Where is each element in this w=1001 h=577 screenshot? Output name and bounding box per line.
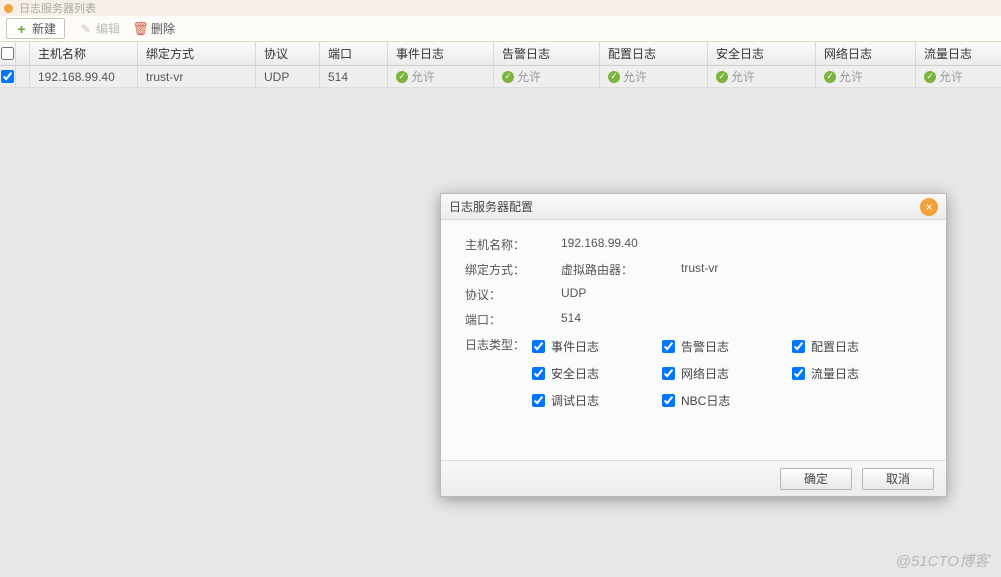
row-index-cell xyxy=(16,66,30,87)
logtype-label: 配置日志 xyxy=(811,338,859,355)
delete-button[interactable]: 🗑 删除 xyxy=(134,20,175,37)
logtype-checkbox[interactable] xyxy=(792,367,805,380)
col-flow[interactable]: 流量日志 xyxy=(916,42,986,65)
cell-host: 192.168.99.40 xyxy=(30,66,138,87)
label-host: 主机名称： xyxy=(465,236,561,253)
allow-label: 允许 xyxy=(939,68,963,85)
edit-button-label: 编辑 xyxy=(96,20,120,37)
allow-label: 允许 xyxy=(411,68,435,85)
col-config[interactable]: 配置日志 xyxy=(600,42,708,65)
window-title: 日志服务器列表 xyxy=(19,0,96,16)
row-checkbox[interactable] xyxy=(1,70,14,83)
cell-proto: UDP xyxy=(256,66,320,87)
logtype-option[interactable]: 网络日志 xyxy=(662,365,792,382)
select-all-checkbox[interactable] xyxy=(1,47,14,60)
logtype-label: 安全日志 xyxy=(551,365,599,382)
label-logtype: 日志类型： xyxy=(465,336,532,353)
col-event[interactable]: 事件日志 xyxy=(388,42,494,65)
logtype-checkbox[interactable] xyxy=(792,340,805,353)
logtype-checkbox[interactable] xyxy=(532,394,545,407)
logtype-label: 网络日志 xyxy=(681,365,729,382)
logtype-option[interactable]: 事件日志 xyxy=(532,338,662,355)
col-security[interactable]: 安全日志 xyxy=(708,42,816,65)
check-icon: ✓ xyxy=(502,71,514,83)
logtype-option[interactable]: 安全日志 xyxy=(532,365,662,382)
col-network[interactable]: 网络日志 xyxy=(816,42,916,65)
header-checkbox-cell[interactable] xyxy=(0,42,16,65)
logtype-label: 事件日志 xyxy=(551,338,599,355)
label-proto: 协议： xyxy=(465,286,561,303)
edit-button[interactable]: ✎ 编辑 xyxy=(79,20,120,37)
logtype-option[interactable]: 告警日志 xyxy=(662,338,792,355)
logtype-checkbox[interactable] xyxy=(662,394,675,407)
label-bind: 绑定方式： xyxy=(465,261,561,278)
check-icon: ✓ xyxy=(396,71,408,83)
delete-button-label: 删除 xyxy=(151,20,175,37)
window-titlebar: 日志服务器列表 xyxy=(0,0,1001,16)
new-button[interactable]: + 新建 xyxy=(6,18,65,39)
check-icon: ✓ xyxy=(716,71,728,83)
cell-event: ✓允许 xyxy=(388,66,494,87)
logtype-checkbox[interactable] xyxy=(662,367,675,380)
header-index-cell xyxy=(16,42,30,65)
new-button-label: 新建 xyxy=(32,20,56,37)
col-proto[interactable]: 协议 xyxy=(256,42,320,65)
cell-flow: ✓允许 xyxy=(916,66,986,87)
check-icon: ✓ xyxy=(608,71,620,83)
col-alarm[interactable]: 告警日志 xyxy=(494,42,600,65)
cell-config: ✓允许 xyxy=(600,66,708,87)
ok-button-label: 确定 xyxy=(804,470,828,487)
window-dot-icon xyxy=(4,4,13,13)
logtype-label: 告警日志 xyxy=(681,338,729,355)
value-bind-value: trust-vr xyxy=(681,261,718,278)
logtype-option[interactable]: 配置日志 xyxy=(792,338,922,355)
cell-alarm: ✓允许 xyxy=(494,66,600,87)
allow-label: 允许 xyxy=(731,68,755,85)
allow-label: 允许 xyxy=(839,68,863,85)
logtype-grid: 事件日志 告警日志 配置日志安全日志 网络日志 流量日志调试日志 NBC日志 xyxy=(532,338,922,409)
row-checkbox-cell[interactable] xyxy=(0,66,16,87)
close-icon[interactable]: × xyxy=(920,198,938,216)
plus-icon: + xyxy=(15,22,28,35)
trash-icon: 🗑 xyxy=(134,22,147,35)
logtype-label: 流量日志 xyxy=(811,365,859,382)
allow-label: 允许 xyxy=(623,68,647,85)
table-header: 主机名称 绑定方式 协议 端口 事件日志 告警日志 配置日志 安全日志 网络日志… xyxy=(0,42,1001,66)
logtype-checkbox[interactable] xyxy=(532,340,545,353)
dialog-title: 日志服务器配置 xyxy=(449,198,533,215)
cell-security: ✓允许 xyxy=(708,66,816,87)
logtype-option[interactable]: NBC日志 xyxy=(662,392,792,409)
col-port[interactable]: 端口 xyxy=(320,42,388,65)
value-bind-type: 虚拟路由器： xyxy=(561,261,633,278)
cell-bind: trust-vr xyxy=(138,66,256,87)
check-icon: ✓ xyxy=(924,71,936,83)
cancel-button-label: 取消 xyxy=(886,470,910,487)
logtype-checkbox[interactable] xyxy=(532,367,545,380)
logtype-label: NBC日志 xyxy=(681,392,730,409)
watermark: @51CTO博客 xyxy=(896,550,989,571)
value-host: 192.168.99.40 xyxy=(561,236,638,250)
check-icon: ✓ xyxy=(824,71,836,83)
logtype-checkbox[interactable] xyxy=(662,340,675,353)
value-port: 514 xyxy=(561,311,581,325)
col-bind[interactable]: 绑定方式 xyxy=(138,42,256,65)
value-proto: UDP xyxy=(561,286,586,300)
dialog-footer: 确定 取消 xyxy=(441,460,946,496)
dialog-titlebar[interactable]: 日志服务器配置 × xyxy=(441,194,946,220)
dialog-body: 主机名称： 192.168.99.40 绑定方式： 虚拟路由器： trust-v… xyxy=(441,220,946,460)
cell-port: 514 xyxy=(320,66,388,87)
logtype-option[interactable]: 流量日志 xyxy=(792,365,922,382)
logtype-label: 调试日志 xyxy=(551,392,599,409)
pencil-icon: ✎ xyxy=(79,22,92,35)
col-host[interactable]: 主机名称 xyxy=(30,42,138,65)
logtype-option[interactable]: 调试日志 xyxy=(532,392,662,409)
cell-network: ✓允许 xyxy=(816,66,916,87)
toolbar: + 新建 ✎ 编辑 🗑 删除 xyxy=(0,16,1001,42)
table-row[interactable]: 192.168.99.40 trust-vr UDP 514 ✓允许 ✓允许 ✓… xyxy=(0,66,1001,88)
label-port: 端口： xyxy=(465,311,561,328)
cancel-button[interactable]: 取消 xyxy=(862,468,934,490)
ok-button[interactable]: 确定 xyxy=(780,468,852,490)
allow-label: 允许 xyxy=(517,68,541,85)
log-server-config-dialog: 日志服务器配置 × 主机名称： 192.168.99.40 绑定方式： 虚拟路由… xyxy=(440,193,947,497)
